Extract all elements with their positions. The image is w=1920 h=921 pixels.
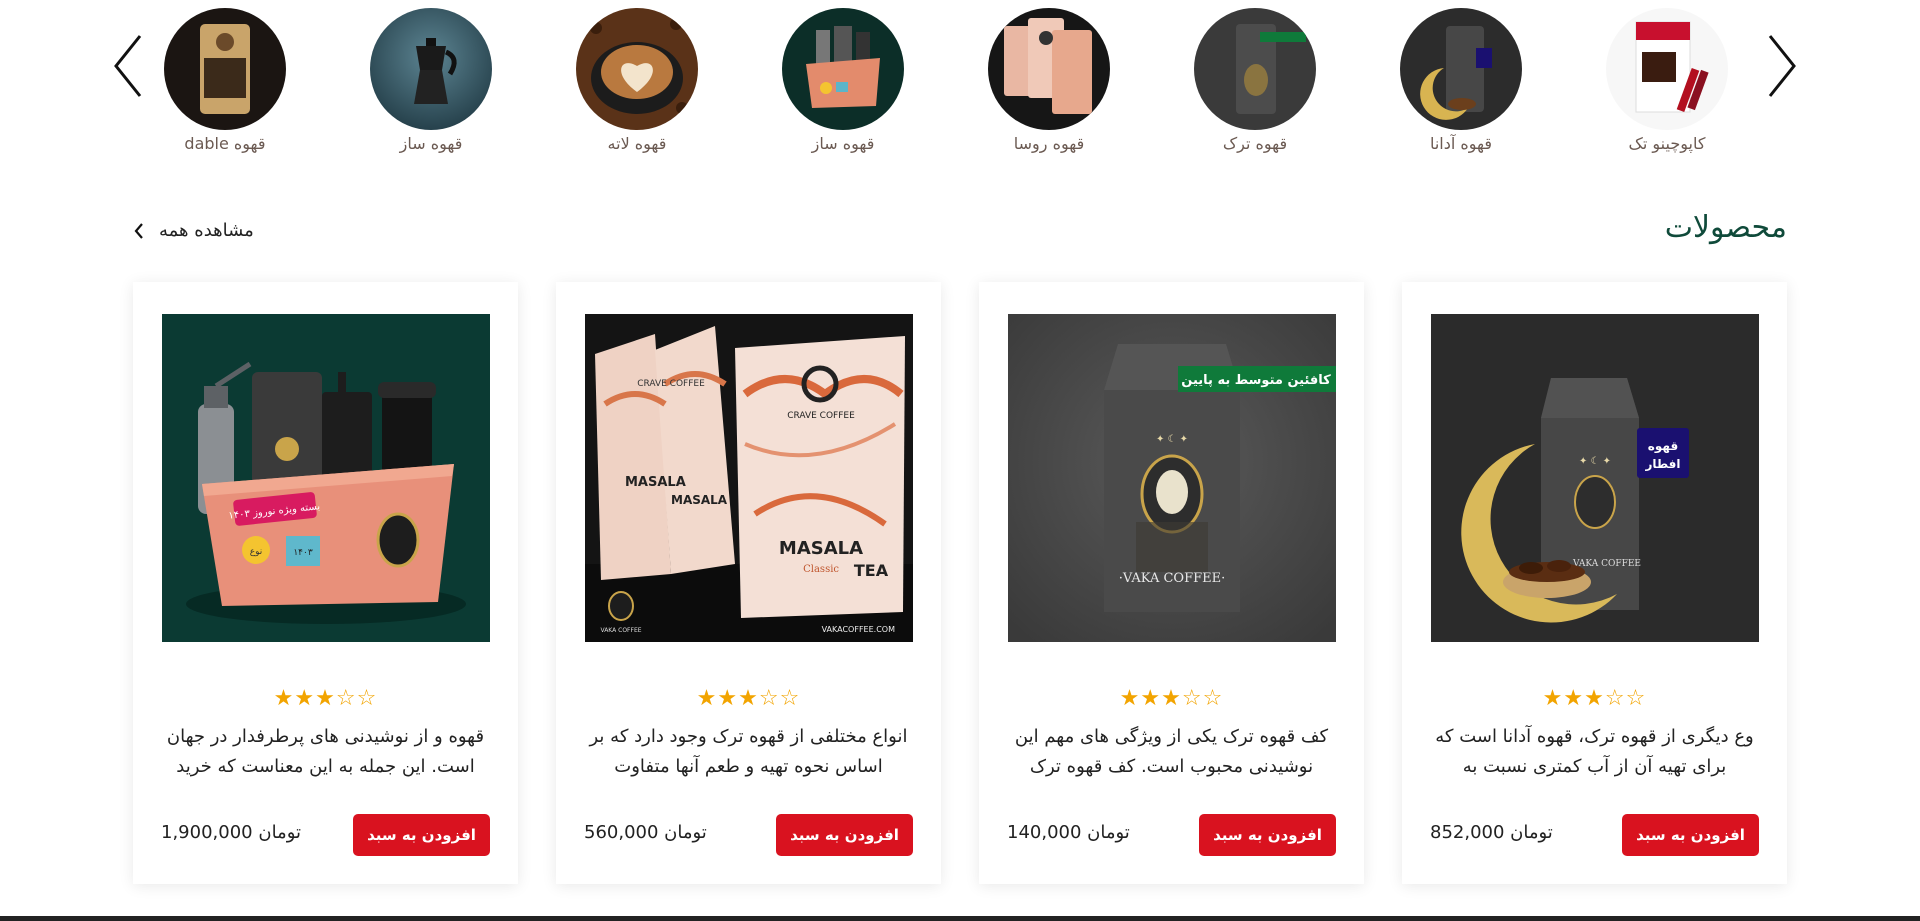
- svg-text:MASALA: MASALA: [779, 538, 863, 559]
- svg-text:افطار: افطار: [1644, 457, 1680, 471]
- svg-text:VAKA COFFEE: VAKA COFFEE: [1572, 559, 1641, 569]
- category-thumbnail: [1606, 8, 1728, 130]
- rating-stars: ★★★☆☆: [979, 686, 1364, 711]
- svg-text:۱۴۰۳: ۱۴۰۳: [293, 548, 313, 558]
- star-filled-icon: ★: [1542, 686, 1564, 711]
- star-filled-icon: ★: [1140, 686, 1162, 711]
- star-filled-icon: ★: [1161, 686, 1182, 711]
- product-description: وع دیگری از قهوه ترک، قهوه آدانا است که …: [1435, 726, 1754, 777]
- star-filled-icon: ★: [315, 686, 336, 711]
- chevron-right-icon: [1768, 35, 1796, 97]
- star-filled-icon: ★: [717, 686, 739, 711]
- product-card[interactable]: ✦ ☾ ✦ VAKA COFFEE قهوه افطار ★★★☆☆ وع دی…: [1402, 282, 1787, 884]
- category-item[interactable]: قهوه لاته: [552, 8, 722, 153]
- star-filled-icon: ★: [294, 686, 316, 711]
- add-to-cart-button[interactable]: افزودن به سبد: [353, 814, 490, 856]
- star-filled-icon: ★: [696, 686, 718, 711]
- category-label: قهوه dable: [184, 134, 266, 153]
- rating-stars: ★★★☆☆: [1402, 686, 1787, 711]
- svg-text:MASALA: MASALA: [625, 475, 686, 490]
- rating-stars: ★★★☆☆: [133, 686, 518, 711]
- star-empty-icon: ☆: [1202, 686, 1224, 711]
- add-to-cart-button[interactable]: افزودن به سبد: [1199, 814, 1336, 856]
- product-price: 852,000 تومان: [1430, 822, 1553, 843]
- svg-text:Classic: Classic: [803, 564, 839, 575]
- category-label: کاپوچینو تک: [1628, 134, 1706, 153]
- category-label: قهوه روسا: [1013, 134, 1085, 153]
- svg-text:CRAVE COFFEE: CRAVE COFFEE: [637, 379, 705, 389]
- view-all-link[interactable]: مشاهده همه: [133, 220, 254, 241]
- star-filled-icon: ★: [1584, 686, 1605, 711]
- category-label: قهوه آدانا: [1429, 134, 1493, 153]
- category-item[interactable]: قهوه روسا: [964, 8, 1134, 153]
- category-thumbnail: [370, 8, 492, 130]
- star-filled-icon: ★: [1119, 686, 1141, 711]
- svg-text:نوع: نوع: [250, 547, 263, 557]
- category-thumbnail: [164, 8, 286, 130]
- product-image[interactable]: CRAVE COFFEE MASALA MASALA CRAVE COFFEE …: [585, 314, 913, 642]
- caffeine-badge: کافئین متوسط به پایین: [1181, 373, 1331, 388]
- category-thumbnail: [782, 8, 904, 130]
- star-filled-icon: ★: [1563, 686, 1585, 711]
- star-empty-icon: ☆: [758, 686, 780, 711]
- category-item[interactable]: قهوه آدانا: [1376, 8, 1546, 153]
- star-filled-icon: ★: [738, 686, 759, 711]
- category-carousel: قهوه dable قهوه ساز قهوه لاته قهوه ساز ق…: [0, 0, 1920, 160]
- svg-text:✦ ☾ ✦: ✦ ☾ ✦: [1156, 434, 1188, 445]
- product-description: قهوه و از نوشیدنی های پرطرفدار در جهان ا…: [166, 726, 485, 777]
- star-empty-icon: ☆: [1625, 686, 1647, 711]
- category-thumbnail: [988, 8, 1110, 130]
- chevron-left-icon: [134, 222, 143, 239]
- category-thumbnail: [1194, 8, 1316, 130]
- product-card[interactable]: CRAVE COFFEE MASALA MASALA CRAVE COFFEE …: [556, 282, 941, 884]
- category-thumbnail: [576, 8, 698, 130]
- star-empty-icon: ☆: [335, 686, 357, 711]
- product-description: انواع مختلفی از قهوه ترک وجود دارد که بر…: [589, 726, 908, 777]
- page-bottom-divider: [0, 916, 1920, 921]
- category-item[interactable]: قهوه ترک: [1170, 8, 1340, 153]
- category-item[interactable]: قهوه dable: [140, 8, 310, 153]
- carousel-next-button[interactable]: [1756, 28, 1806, 104]
- category-label: قهوه ترک: [1222, 134, 1288, 153]
- product-card[interactable]: بسته ویژه نوروز ۱۴۰۳ نوع ۱۴۰۳ ★★★☆☆ قهوه…: [133, 282, 518, 884]
- product-image[interactable]: ✦ ☾ ✦ VAKA COFFEE قهوه افطار: [1431, 314, 1759, 642]
- svg-text:MASALA: MASALA: [671, 493, 728, 507]
- star-empty-icon: ☆: [1604, 686, 1626, 711]
- star-empty-icon: ☆: [356, 686, 378, 711]
- category-label: قهوه ساز: [811, 134, 875, 153]
- svg-text:TEA: TEA: [854, 561, 889, 580]
- category-item[interactable]: کاپوچینو تک: [1582, 8, 1752, 153]
- product-price: 560,000 تومان: [584, 822, 707, 843]
- product-price: 1,900,000 تومان: [161, 822, 301, 843]
- product-price: 140,000 تومان: [1007, 822, 1130, 843]
- category-thumbnail: [1400, 8, 1522, 130]
- add-to-cart-button[interactable]: افزودن به سبد: [776, 814, 913, 856]
- product-card[interactable]: ✦ ☾ ✦ ·VAKA COFFEE· کافئین متوسط به پایی…: [979, 282, 1364, 884]
- category-item[interactable]: قهوه ساز: [346, 8, 516, 153]
- svg-text:VAKACOFFEE.COM: VAKACOFFEE.COM: [822, 625, 895, 634]
- star-empty-icon: ☆: [1181, 686, 1203, 711]
- svg-text:VAKA COFFEE: VAKA COFFEE: [600, 627, 641, 634]
- product-image[interactable]: ✦ ☾ ✦ ·VAKA COFFEE· کافئین متوسط به پایی…: [1008, 314, 1336, 642]
- svg-text:CRAVE COFFEE: CRAVE COFFEE: [787, 411, 855, 421]
- view-all-label: مشاهده همه: [159, 220, 254, 241]
- star-empty-icon: ☆: [779, 686, 801, 711]
- svg-text:·VAKA COFFEE·: ·VAKA COFFEE·: [1119, 571, 1226, 586]
- star-filled-icon: ★: [273, 686, 295, 711]
- category-label: قهوه لاته: [607, 134, 667, 153]
- svg-text:✦ ☾ ✦: ✦ ☾ ✦: [1579, 456, 1611, 467]
- section-title: محصولات: [1664, 210, 1787, 245]
- category-item[interactable]: قهوه ساز: [758, 8, 928, 153]
- product-image[interactable]: بسته ویژه نوروز ۱۴۰۳ نوع ۱۴۰۳: [162, 314, 490, 642]
- category-label: قهوه ساز: [399, 134, 463, 153]
- product-description: کف قهوه ترک یکی از ویژگی های مهم این نوش…: [1014, 726, 1329, 777]
- rating-stars: ★★★☆☆: [556, 686, 941, 711]
- add-to-cart-button[interactable]: افزودن به سبد: [1622, 814, 1759, 856]
- svg-text:قهوه: قهوه: [1648, 439, 1678, 454]
